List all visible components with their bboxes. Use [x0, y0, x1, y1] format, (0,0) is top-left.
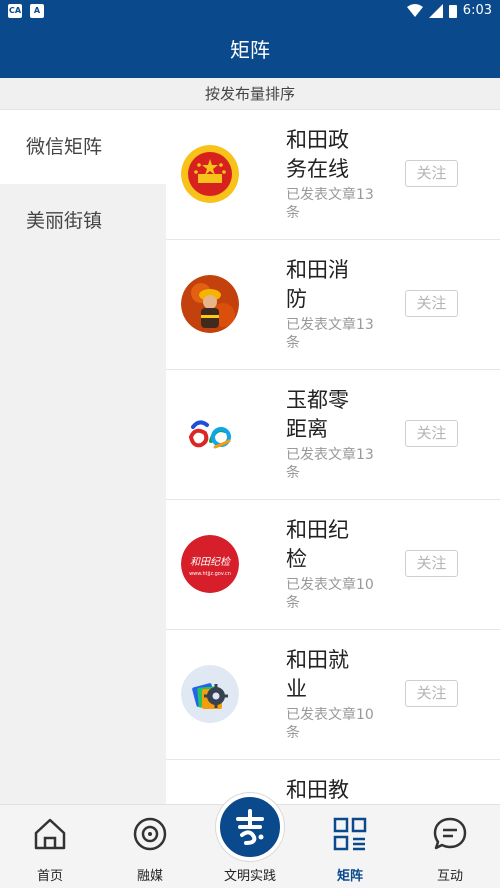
tab-label: 互动	[436, 869, 463, 884]
status-bar: CA A 6:03	[0, 0, 500, 22]
gear-folders-icon	[181, 665, 239, 723]
page-title: 矩阵	[230, 38, 270, 62]
wifi-icon	[406, 3, 423, 17]
follow-button[interactable]: 关注	[405, 420, 458, 447]
civilization-practice-button[interactable]	[216, 793, 284, 861]
sort-by-publish-count[interactable]: 按发布量排序	[0, 78, 500, 110]
tab-label: 文明实践	[223, 869, 276, 884]
list-item[interactable]: 和田消 防 已发表文章13 条 关注	[166, 240, 500, 370]
app-bar: 矩阵	[0, 22, 500, 78]
follow-button[interactable]: 关注	[405, 680, 458, 707]
discipline-inspection-logo: 和田纪检 www.htjjz.gov.cn	[181, 535, 239, 593]
matrix-grid-icon	[333, 817, 367, 851]
follow-button[interactable]: 关注	[405, 290, 458, 317]
chat-bubble-icon	[433, 817, 467, 850]
national-emblem-icon	[181, 145, 239, 203]
svg-text:www.htjjz.gov.cn: www.htjjz.gov.cn	[189, 571, 231, 577]
notification-app-icon: CA	[8, 4, 22, 18]
status-notifications: CA A	[8, 4, 44, 18]
follow-button[interactable]: 关注	[405, 160, 458, 187]
status-time: 6:03	[462, 3, 492, 18]
firefighter-icon	[181, 275, 239, 333]
tab-media[interactable]: 融媒	[100, 805, 200, 888]
article-count: 已发表文章10 条	[286, 707, 374, 741]
tab-home[interactable]: 首页	[0, 805, 100, 888]
account-name: 和田消 防	[286, 258, 349, 311]
list-item[interactable]: 和田就 业 已发表文章10 条 关注	[166, 630, 500, 760]
status-indicators: 6:03	[406, 3, 492, 18]
article-count: 已发表文章13 条	[286, 187, 374, 221]
article-count: 已发表文章13 条	[286, 317, 374, 351]
anniversary-60-logo	[181, 405, 239, 463]
sort-label: 按发布量排序	[204, 85, 295, 103]
list-item[interactable]: 玉都零 距离 已发表文章13 条 关注	[166, 370, 500, 500]
list-item[interactable]: 和田政 务在线 已发表文章13 条 关注	[166, 110, 500, 240]
follow-button[interactable]: 关注	[405, 550, 458, 577]
article-count: 已发表文章10 条	[286, 577, 374, 611]
account-name: 玉都零 距离	[286, 388, 349, 441]
sidebar-item-wechat-matrix[interactable]: 微信矩阵	[0, 110, 166, 184]
sidebar-item-beautiful-towns[interactable]: 美丽街镇	[0, 184, 166, 258]
tab-label: 融媒	[136, 869, 163, 884]
tab-label: 矩阵	[336, 869, 363, 884]
list-item[interactable]: 和田纪检 www.htjjz.gov.cn 和田纪 检 已发表文章10 条 关注	[166, 500, 500, 630]
battery-icon	[448, 4, 457, 18]
list-item[interactable]: 和田教	[166, 760, 500, 804]
media-icon	[133, 817, 167, 851]
notification-a-icon: A	[30, 4, 44, 18]
account-name: 和田纪 检	[286, 518, 349, 571]
account-list[interactable]: 和田政 务在线 已发表文章13 条 关注 和田消 防 已发表文章13 条 关注 …	[166, 110, 500, 804]
account-name: 和田就 业	[286, 648, 349, 701]
category-sidebar: 微信矩阵 美丽街镇	[0, 110, 166, 804]
sidebar-item-label: 美丽街镇	[26, 210, 103, 232]
svg-text:和田纪检: 和田纪检	[190, 556, 231, 568]
article-count: 已发表文章13 条	[286, 447, 374, 481]
zhi-logo-icon	[236, 809, 264, 845]
tab-label: 首页	[36, 869, 63, 884]
tab-interaction[interactable]: 互动	[400, 805, 500, 888]
home-icon	[34, 818, 66, 850]
signal-icon	[428, 3, 443, 18]
sidebar-item-label: 微信矩阵	[26, 136, 103, 158]
tab-matrix[interactable]: 矩阵	[300, 805, 400, 888]
account-name: 和田教	[286, 778, 349, 802]
account-name: 和田政 务在线	[286, 128, 349, 181]
